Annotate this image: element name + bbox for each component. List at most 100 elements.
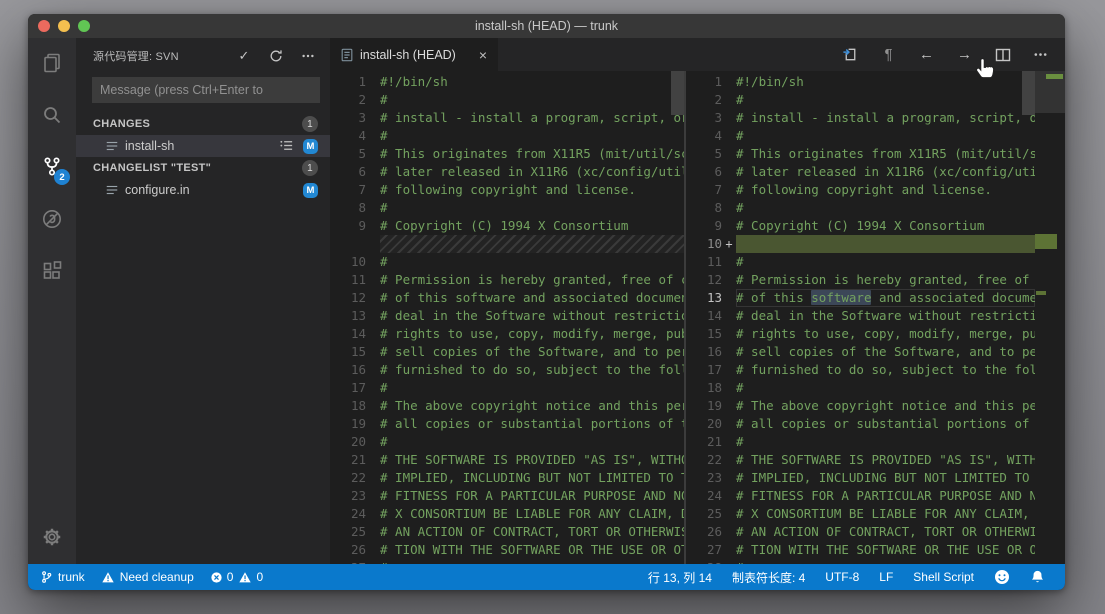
problems-indicator[interactable]: 0 0 — [202, 564, 271, 590]
original-line-12[interactable]: 12# of this software and associated docu… — [330, 289, 684, 307]
original-line-17[interactable]: 17# — [330, 379, 684, 397]
left-scrollbar[interactable] — [671, 71, 684, 115]
scm-file-row-configure.in[interactable]: configure.inM — [76, 179, 330, 201]
modified-line-1[interactable]: 1#!/bin/sh — [686, 73, 1035, 91]
original-line-23[interactable]: 23# FITNESS FOR A PARTICULAR PURPOSE AND… — [330, 487, 684, 505]
modified-line-4[interactable]: 4# — [686, 127, 1035, 145]
search-icon[interactable] — [39, 102, 65, 128]
modified-line-15[interactable]: 15# rights to use, copy, modify, merge, … — [686, 325, 1035, 343]
modified-line-10[interactable]: 10+ — [686, 235, 1035, 253]
modified-line-14[interactable]: 14# deal in the Software without restric… — [686, 307, 1035, 325]
modified-line-6[interactable]: 6# later released in X11R6 (xc/config/ut… — [686, 163, 1035, 181]
branch-indicator[interactable]: trunk — [40, 564, 93, 590]
diff-modified-pane[interactable]: 1#!/bin/sh2#3# install - install a progr… — [686, 71, 1065, 564]
original-line-11[interactable]: 11# Permission is hereby granted, free o… — [330, 271, 684, 289]
original-line-14[interactable]: 14# rights to use, copy, modify, merge, … — [330, 325, 684, 343]
modified-line-18[interactable]: 18# — [686, 379, 1035, 397]
original-line-10[interactable]: 10# — [330, 253, 684, 271]
original-line-1[interactable]: 1#!/bin/sh — [330, 73, 684, 91]
status-encoding[interactable]: UTF-8 — [815, 564, 869, 590]
original-line-25[interactable]: 25# AN ACTION OF CONTRACT, TORT OR OTHER… — [330, 523, 684, 541]
modified-line-8[interactable]: 8# — [686, 199, 1035, 217]
original-line-3[interactable]: 3# install - install a program, script, … — [330, 109, 684, 127]
original-line-20[interactable]: 20# — [330, 433, 684, 451]
refresh-icon[interactable] — [268, 48, 284, 64]
modified-line-28[interactable]: 28# — [686, 559, 1035, 564]
modified-line-25[interactable]: 25# X CONSORTIUM BE LIABLE FOR ANY CLAIM… — [686, 505, 1035, 523]
tab-install-sh-head[interactable]: install-sh (HEAD) × — [330, 38, 498, 71]
diff-original-pane[interactable]: 1#!/bin/sh2#3# install - install a progr… — [330, 71, 684, 564]
commit-message-input[interactable] — [92, 77, 320, 103]
scm-section-header[interactable]: CHANGES1 — [76, 113, 330, 135]
original-line-15[interactable]: 15# sell copies of the Software, and to … — [330, 343, 684, 361]
previous-change-icon[interactable]: ← — [918, 46, 935, 63]
file-name: configure.in — [125, 183, 303, 197]
extensions-icon[interactable] — [39, 258, 65, 284]
modified-line-2[interactable]: 2# — [686, 91, 1035, 109]
original-line-19[interactable]: 19# all copies or substantial portions o… — [330, 415, 684, 433]
explorer-icon[interactable] — [39, 50, 65, 76]
changelist-icon[interactable] — [279, 138, 295, 154]
tab-close-icon[interactable]: × — [476, 47, 490, 63]
original-line-5[interactable]: 5# This originates from X11R5 (mit/util/… — [330, 145, 684, 163]
modified-line-3[interactable]: 3# install - install a program, script, … — [686, 109, 1035, 127]
modified-line-16[interactable]: 16# sell copies of the Software, and to … — [686, 343, 1035, 361]
original-line-9[interactable]: 9# Copyright (C) 1994 X Consortium — [330, 217, 684, 235]
original-line-18[interactable]: 18# The above copyright notice and this … — [330, 397, 684, 415]
modified-line-27[interactable]: 27# TION WITH THE SOFTWARE OR THE USE OR… — [686, 541, 1035, 559]
right-scrollbar[interactable] — [1022, 71, 1035, 115]
original-line-2[interactable]: 2# — [330, 91, 684, 109]
scm-file-row-install-sh[interactable]: install-shM — [76, 135, 330, 157]
code-text: # — [380, 379, 684, 397]
modified-line-12[interactable]: 12# Permission is hereby granted, free o… — [686, 271, 1035, 289]
original-line-16[interactable]: 16# furnished to do so, subject to the f… — [330, 361, 684, 379]
scm-status-indicator[interactable]: Need cleanup — [93, 564, 202, 590]
minimize-window-button[interactable] — [58, 20, 70, 32]
modified-line-13[interactable]: 13# of this software and associated docu… — [686, 289, 1035, 307]
modified-line-7[interactable]: 7# following copyright and license. — [686, 181, 1035, 199]
status-cursor-position[interactable]: 行 13, 列 14 — [638, 564, 722, 590]
modified-line-11[interactable]: 11# — [686, 253, 1035, 271]
debug-icon[interactable] — [39, 206, 65, 232]
split-editor-icon[interactable] — [994, 46, 1011, 63]
close-window-button[interactable] — [38, 20, 50, 32]
source-control-icon[interactable]: 2 — [39, 154, 65, 180]
gutter-space — [366, 127, 380, 145]
next-change-icon[interactable]: → — [956, 46, 973, 63]
modified-line-9[interactable]: 9# Copyright (C) 1994 X Consortium — [686, 217, 1035, 235]
scm-section-header[interactable]: CHANGELIST "TEST"1 — [76, 157, 330, 179]
line-number: 16 — [330, 361, 366, 379]
original-line-4[interactable]: 4# — [330, 127, 684, 145]
original-line-7[interactable]: 7# following copyright and license. — [330, 181, 684, 199]
commit-check-icon[interactable]: ✓ — [236, 48, 252, 64]
original-line-27[interactable]: 27# — [330, 559, 684, 564]
status-eol[interactable]: LF — [869, 564, 903, 590]
more-actions-icon[interactable] — [1032, 46, 1049, 63]
status-language-mode[interactable]: Shell Script — [903, 564, 984, 590]
original-line-8[interactable]: 8# — [330, 199, 684, 217]
overview-ruler[interactable] — [1035, 71, 1065, 564]
modified-line-5[interactable]: 5# This originates from X11R5 (mit/util/… — [686, 145, 1035, 163]
modified-line-19[interactable]: 19# The above copyright notice and this … — [686, 397, 1035, 415]
feedback-smiley-icon[interactable] — [984, 564, 1020, 590]
notifications-bell-icon[interactable] — [1020, 564, 1055, 590]
modified-line-17[interactable]: 17# furnished to do so, subject to the f… — [686, 361, 1035, 379]
original-line-13[interactable]: 13# deal in the Software without restric… — [330, 307, 684, 325]
more-actions-icon[interactable] — [300, 48, 316, 64]
original-line-26[interactable]: 26# TION WITH THE SOFTWARE OR THE USE OR… — [330, 541, 684, 559]
open-file-icon[interactable] — [842, 46, 859, 63]
modified-line-24[interactable]: 24# FITNESS FOR A PARTICULAR PURPOSE AND… — [686, 487, 1035, 505]
settings-gear-icon[interactable] — [39, 524, 65, 550]
modified-line-23[interactable]: 23# IMPLIED, INCLUDING BUT NOT LIMITED T… — [686, 469, 1035, 487]
toggle-whitespace-icon[interactable]: ¶ — [880, 46, 897, 63]
original-line-22[interactable]: 22# IMPLIED, INCLUDING BUT NOT LIMITED T… — [330, 469, 684, 487]
modified-line-21[interactable]: 21# — [686, 433, 1035, 451]
modified-line-20[interactable]: 20# all copies or substantial portions o… — [686, 415, 1035, 433]
original-line-21[interactable]: 21# THE SOFTWARE IS PROVIDED "AS IS", WI… — [330, 451, 684, 469]
original-line-6[interactable]: 6# later released in X11R6 (xc/config/ut… — [330, 163, 684, 181]
modified-line-22[interactable]: 22# THE SOFTWARE IS PROVIDED "AS IS", WI… — [686, 451, 1035, 469]
original-line-24[interactable]: 24# X CONSORTIUM BE LIABLE FOR ANY CLAIM… — [330, 505, 684, 523]
modified-line-26[interactable]: 26# AN ACTION OF CONTRACT, TORT OR OTHER… — [686, 523, 1035, 541]
status-indentation[interactable]: 制表符长度: 4 — [722, 564, 815, 590]
zoom-window-button[interactable] — [78, 20, 90, 32]
